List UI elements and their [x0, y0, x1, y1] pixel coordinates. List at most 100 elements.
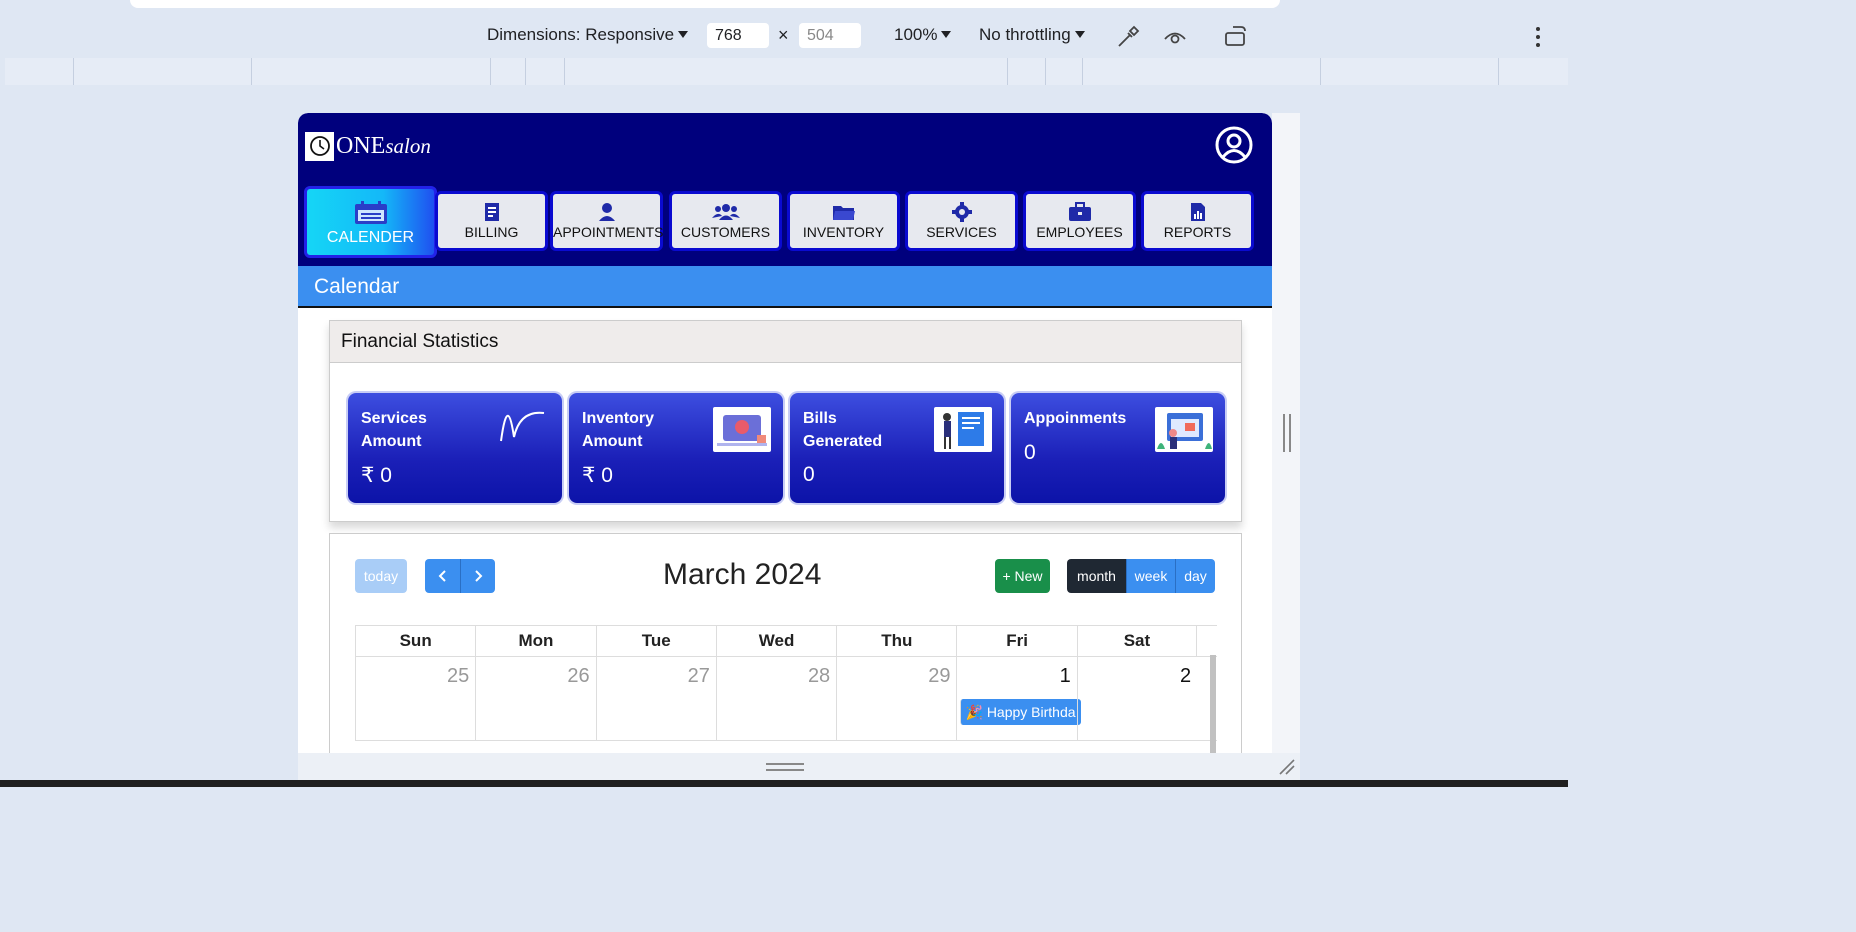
stat-card-appoinments: Appoinments 0 [1011, 393, 1225, 503]
corner-resize-icon[interactable] [1278, 758, 1296, 776]
next-button[interactable] [460, 559, 495, 593]
zoom-label: 100% [894, 25, 938, 44]
day-cell[interactable]: 2 [1076, 657, 1197, 740]
view-week-button[interactable]: week [1126, 559, 1175, 593]
width-input[interactable]: 768 [707, 23, 769, 48]
day-number: 2 [1179, 665, 1192, 687]
stat-card-bills-generated: Bills Generated 0 [790, 393, 1004, 503]
person-icon [598, 203, 615, 221]
nav-reports[interactable]: REPORTS [1141, 191, 1254, 251]
nav-employees[interactable]: EMPLOYEES [1023, 191, 1136, 251]
vision-deficiency-icon[interactable] [1162, 24, 1188, 50]
throttling-label: No throttling [979, 25, 1071, 44]
stat-value: ₹ 0 [361, 464, 392, 487]
eyedropper-icon[interactable] [1115, 24, 1141, 50]
stat-card-services-amount: Services Amount ₹ 0 [348, 393, 562, 503]
nav-label: APPOINTMENTS [553, 224, 664, 240]
financial-statistics-heading: Financial Statistics [330, 321, 1241, 363]
stat-label: Services Amount [361, 410, 427, 450]
weekday-header: Wed [715, 626, 836, 656]
nav-label: EMPLOYEES [1036, 224, 1123, 240]
calendar-panel: today March 2024 + New month week day Su… [329, 533, 1242, 753]
dimensions-dropdown[interactable]: Dimensions: Responsive [487, 22, 689, 48]
stat-label: Inventory Amount [582, 410, 655, 450]
clock-logo-icon [305, 131, 334, 161]
day-cell[interactable]: 25 [355, 657, 475, 740]
logo-text: ONEsalon [336, 132, 431, 159]
nav-billing[interactable]: BILLING [435, 191, 548, 251]
device-frame: ONEsalon CALENDER BILLING APPOINTMENTS C… [298, 113, 1272, 753]
main-nav: CALENDER BILLING APPOINTMENTS CUSTOMERS … [298, 183, 1272, 263]
nav-label: SERVICES [926, 224, 997, 240]
inventory-illustration-icon [713, 407, 771, 452]
appointments-illustration-icon [1155, 407, 1213, 452]
view-day-button[interactable]: day [1175, 559, 1215, 593]
app-logo[interactable]: ONEsalon [305, 131, 431, 161]
trend-line-icon [500, 411, 545, 442]
nav-appointments[interactable]: APPOINTMENTS [550, 191, 663, 251]
browser-tab-strip [130, 0, 1280, 8]
dimensions-label: Dimensions: Responsive [487, 25, 675, 44]
financial-statistics-panel: Financial Statistics Services Amount ₹ 0… [329, 320, 1242, 522]
month-grid: Sun Mon Tue Wed Thu Fri Sat 25 26 27 28 … [355, 625, 1217, 741]
resize-grip-icon [766, 763, 804, 771]
page-title: Calendar [314, 275, 400, 298]
chevron-down-icon [678, 31, 689, 38]
day-cell[interactable]: 26 [475, 657, 595, 740]
calendar-event[interactable]: 🎉 Happy Birthda [960, 699, 1081, 725]
day-cell[interactable]: 1 🎉 Happy Birthda [956, 657, 1081, 740]
bills-illustration-icon [934, 407, 992, 452]
nav-label: BILLING [464, 224, 519, 240]
weekday-header: Mon [475, 626, 595, 656]
nav-inventory[interactable]: INVENTORY [787, 191, 900, 251]
chevron-left-icon [438, 570, 446, 582]
today-button[interactable]: today [355, 559, 407, 593]
day-cell[interactable]: 27 [595, 657, 716, 740]
day-number: 29 [928, 665, 951, 687]
briefcase-icon [1068, 202, 1091, 221]
new-event-button[interactable]: + New [995, 559, 1050, 593]
nav-calender[interactable]: CALENDER [304, 186, 437, 258]
calendar-scrollbar[interactable] [1210, 655, 1216, 753]
day-cell[interactable]: 28 [715, 657, 836, 740]
height-input[interactable]: 504 [799, 23, 861, 48]
weekday-header: Tue [595, 626, 716, 656]
zoom-dropdown[interactable]: 100% [894, 22, 952, 48]
day-number: 25 [447, 665, 470, 687]
vertical-resize-bar[interactable] [298, 753, 1300, 780]
app-header: ONEsalon CALENDER BILLING APPOINTMENTS C… [298, 113, 1272, 266]
view-month-button[interactable]: month [1067, 559, 1126, 593]
stat-value: ₹ 0 [582, 464, 613, 487]
day-number: 1 [1059, 665, 1071, 687]
week-row: 25 26 27 28 29 1 🎉 Happy Birthda 2 [355, 657, 1217, 741]
horizontal-resize-handle[interactable] [1283, 414, 1291, 452]
weekday-header: Sun [355, 626, 475, 656]
nav-customers[interactable]: CUSTOMERS [669, 191, 782, 251]
event-title: Happy Birthda [986, 704, 1076, 720]
more-options-icon[interactable] [1525, 24, 1551, 50]
prev-button[interactable] [425, 559, 460, 593]
day-number: 26 [567, 665, 590, 687]
nav-services[interactable]: SERVICES [905, 191, 1018, 251]
stat-card-inventory-amount: Inventory Amount ₹ 0 [569, 393, 783, 503]
chevron-right-icon [475, 570, 483, 582]
taskbar-edge [0, 780, 1568, 787]
stat-label: Appoinments [1024, 410, 1127, 427]
user-account-icon[interactable] [1215, 126, 1253, 164]
folder-icon [832, 206, 855, 220]
day-number: 27 [687, 665, 710, 687]
calendar-icon [354, 201, 387, 224]
day-number: 28 [807, 665, 831, 687]
rotate-icon[interactable] [1223, 24, 1249, 50]
receipt-icon [484, 203, 499, 221]
nav-label: REPORTS [1163, 224, 1232, 240]
chevron-down-icon [1074, 31, 1085, 38]
dimension-separator: × [778, 25, 789, 45]
day-cell[interactable]: 29 [836, 657, 956, 740]
throttling-dropdown[interactable]: No throttling [979, 22, 1085, 48]
weekday-header: Thu [836, 626, 956, 656]
stat-label: Bills Generated [803, 410, 883, 450]
gear-icon [951, 202, 972, 222]
stat-value: 0 [803, 463, 815, 486]
media-query-ruler[interactable] [5, 58, 1568, 85]
